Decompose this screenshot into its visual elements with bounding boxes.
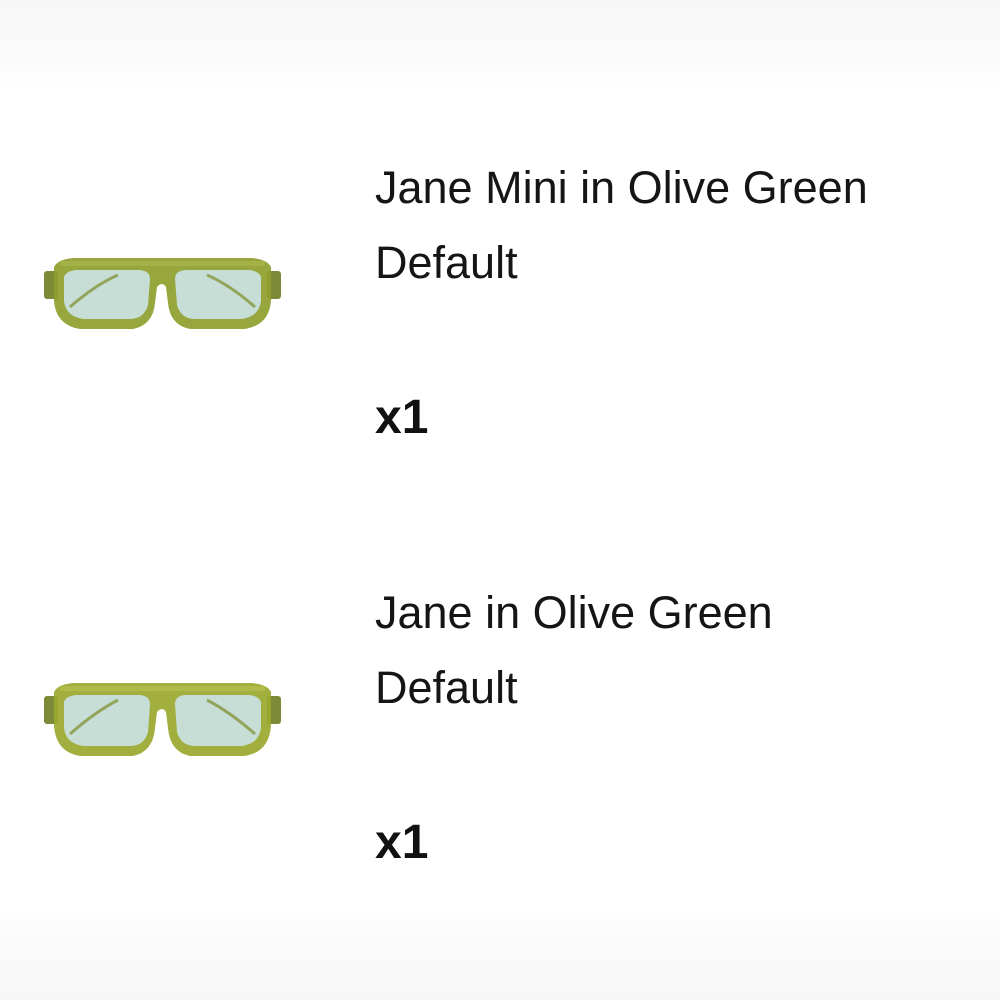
product-title[interactable]: Jane Mini in Olive Green — [375, 160, 868, 216]
product-thumbnail[interactable] — [40, 245, 285, 345]
order-item[interactable]: Jane in Olive Green Default x1 — [0, 565, 1000, 895]
product-variant: Default — [375, 662, 518, 713]
sunglasses-icon — [44, 258, 281, 329]
product-title[interactable]: Jane in Olive Green — [375, 585, 773, 641]
sunglasses-icon — [44, 683, 281, 756]
order-item[interactable]: Jane Mini in Olive Green Default x1 — [0, 140, 1000, 470]
product-variant: Default — [375, 237, 518, 288]
order-item-list: Jane Mini in Olive Green Default x1 Jane — [0, 0, 1000, 1000]
product-thumbnail[interactable] — [40, 670, 285, 770]
product-quantity: x1 — [375, 391, 429, 444]
product-quantity: x1 — [375, 816, 429, 869]
